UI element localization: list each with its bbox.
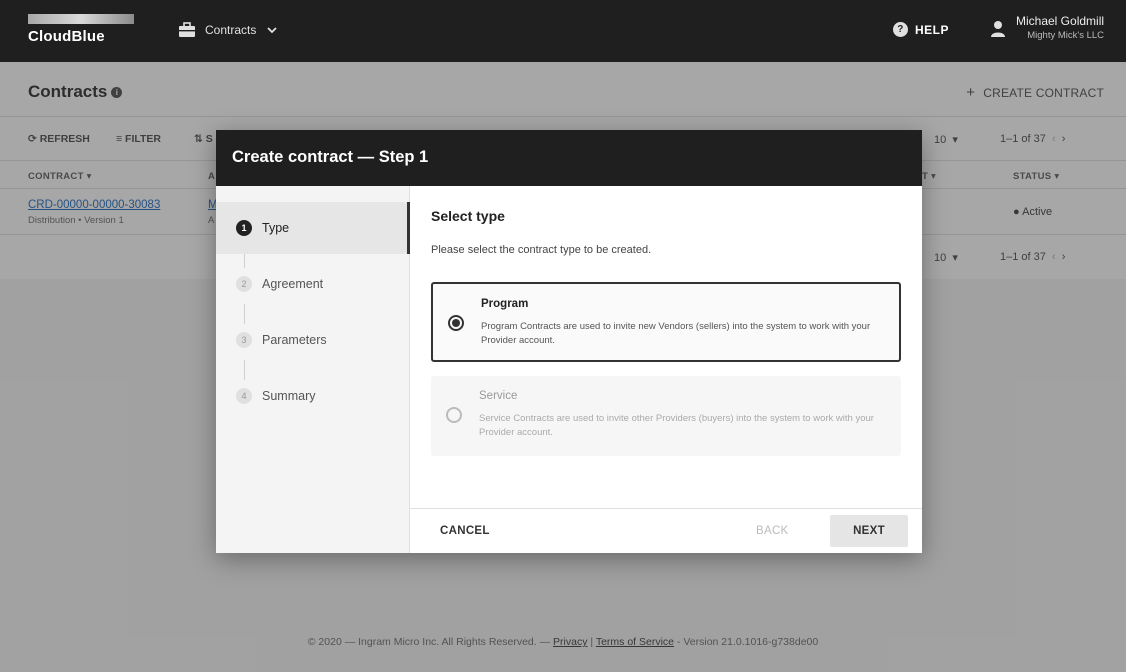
cloudblue-logo[interactable]: CloudBlue (28, 14, 136, 45)
step-type[interactable]: 1 Type (216, 202, 410, 254)
dialog-content: Select type Please select the contract t… (410, 186, 922, 508)
user-menu[interactable]: Michael Goldmill Mighty Mick's LLC (990, 14, 1104, 41)
user-account: Mighty Mick's LLC (1027, 30, 1105, 41)
module-label: Contracts (205, 23, 257, 37)
step-parameters[interactable]: 3 Parameters (216, 314, 410, 366)
option-title: Service (479, 390, 518, 402)
help-icon: ? (893, 22, 908, 37)
section-description: Please select the contract type to be cr… (431, 244, 652, 256)
help-button[interactable]: ? HELP (893, 22, 949, 37)
create-contract-dialog: Create contract — Step 1 1 Type 2 Agreem… (216, 130, 922, 553)
dialog-actions: CANCEL BACK NEXT (410, 508, 922, 553)
option-service: Service Service Contracts are used to in… (431, 376, 901, 456)
option-title: Program (481, 298, 529, 310)
step-number: 1 (236, 220, 252, 236)
help-label: HELP (915, 22, 950, 37)
step-label: Parameters (262, 333, 327, 347)
brand-name: CloudBlue (28, 28, 105, 45)
step-agreement[interactable]: 2 Agreement (216, 258, 410, 310)
user-name: Michael Goldmill (1016, 14, 1105, 28)
cancel-button[interactable]: CANCEL (440, 525, 490, 537)
step-label: Summary (262, 389, 316, 403)
back-button: BACK (756, 525, 789, 537)
next-button[interactable]: NEXT (830, 515, 908, 547)
logo-bar (28, 14, 134, 24)
option-description: Program Contracts are used to invite new… (481, 321, 871, 346)
step-summary[interactable]: 4 Summary (216, 370, 410, 422)
option-description: Service Contracts are used to invite oth… (479, 413, 874, 438)
top-app-bar: CloudBlue Contracts ? HELP Michael Goldm… (0, 0, 1126, 62)
step-number: 2 (236, 276, 252, 292)
step-number: 3 (236, 332, 252, 348)
step-label: Type (262, 221, 290, 235)
option-program[interactable]: Program Program Contracts are used to in… (431, 282, 901, 362)
dialog-title: Create contract — Step 1 (216, 130, 922, 186)
module-switcher[interactable]: Contracts (178, 22, 278, 38)
chevron-down-icon (267, 27, 277, 34)
briefcase-icon (179, 22, 195, 37)
step-number: 4 (236, 388, 252, 404)
wizard-steps: 1 Type 2 Agreement 3 Parameters 4 Summar… (216, 186, 410, 553)
user-icon (991, 21, 1005, 37)
radio-service (446, 407, 462, 423)
step-label: Agreement (262, 277, 324, 291)
section-heading: Select type (431, 208, 505, 224)
radio-program[interactable] (448, 315, 464, 331)
